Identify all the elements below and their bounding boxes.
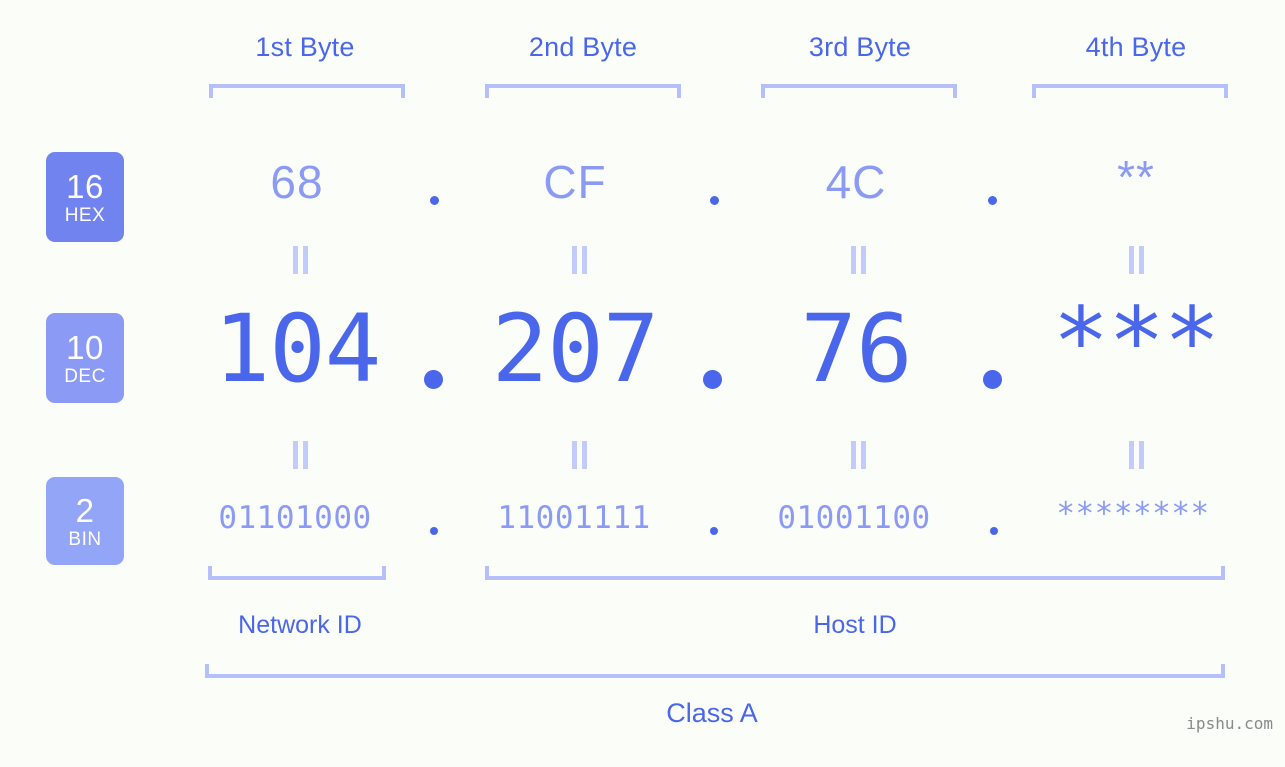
base-badge-hex-number: 16 bbox=[66, 167, 104, 205]
base-badge-bin: 2 BIN bbox=[46, 477, 124, 565]
base-badge-dec-number: 10 bbox=[66, 328, 104, 366]
equals-marker-hex-dec-3 bbox=[850, 246, 867, 274]
dec-separator-1 bbox=[424, 370, 443, 389]
equals-marker-dec-bin-4 bbox=[1128, 441, 1145, 469]
byte-bracket-3 bbox=[761, 84, 957, 98]
byte-bracket-2 bbox=[485, 84, 681, 98]
class-label: Class A bbox=[666, 698, 758, 728]
bin-byte-3: 01001100 bbox=[777, 500, 931, 536]
hex-byte-3: 4C bbox=[825, 156, 887, 208]
equals-marker-hex-dec-1 bbox=[292, 246, 309, 274]
site-watermark: ipshu.com bbox=[1186, 714, 1273, 733]
bin-byte-4: ******** bbox=[1056, 496, 1210, 532]
class-bracket bbox=[205, 664, 1225, 678]
byte-header-4: 4th Byte bbox=[1085, 32, 1187, 62]
dec-separator-2 bbox=[703, 370, 722, 389]
hex-separator-1 bbox=[430, 196, 439, 205]
byte-bracket-4 bbox=[1032, 84, 1228, 98]
base-badge-hex-name: HEX bbox=[64, 204, 106, 226]
network-id-label: Network ID bbox=[238, 611, 362, 639]
network-id-bracket bbox=[208, 566, 386, 580]
byte-header-3: 3rd Byte bbox=[808, 32, 912, 62]
hex-byte-1: 68 bbox=[270, 156, 324, 208]
ip-address-breakdown-diagram: 1st Byte 2nd Byte 3rd Byte 4th Byte 16 H… bbox=[0, 0, 1285, 767]
base-badge-dec-name: DEC bbox=[64, 365, 106, 387]
bin-separator-1 bbox=[430, 527, 438, 535]
equals-marker-dec-bin-3 bbox=[850, 441, 867, 469]
base-badge-hex: 16 HEX bbox=[46, 152, 124, 242]
dec-byte-1: 104 bbox=[213, 295, 382, 404]
dec-separator-3 bbox=[983, 370, 1002, 389]
dec-byte-2: 207 bbox=[491, 295, 660, 404]
dec-byte-4: *** bbox=[1052, 288, 1221, 397]
bin-separator-3 bbox=[990, 527, 998, 535]
byte-bracket-1 bbox=[209, 84, 405, 98]
hex-byte-2: CF bbox=[543, 156, 607, 208]
bin-byte-1: 01101000 bbox=[218, 500, 372, 536]
base-badge-dec: 10 DEC bbox=[46, 313, 124, 403]
host-id-bracket bbox=[485, 566, 1225, 580]
hex-separator-2 bbox=[710, 196, 719, 205]
byte-header-2: 2nd Byte bbox=[528, 32, 638, 62]
base-badge-bin-number: 2 bbox=[75, 491, 95, 529]
equals-marker-hex-dec-4 bbox=[1128, 246, 1145, 274]
equals-marker-dec-bin-2 bbox=[571, 441, 588, 469]
dec-byte-3: 76 bbox=[800, 295, 912, 404]
bin-separator-2 bbox=[710, 527, 718, 535]
host-id-label: Host ID bbox=[813, 611, 897, 639]
bin-byte-2: 11001111 bbox=[497, 500, 651, 536]
equals-marker-dec-bin-1 bbox=[292, 441, 309, 469]
hex-separator-3 bbox=[988, 196, 997, 205]
hex-byte-4: ** bbox=[1117, 151, 1155, 203]
byte-header-1: 1st Byte bbox=[255, 32, 355, 62]
base-badge-bin-name: BIN bbox=[68, 528, 102, 550]
equals-marker-hex-dec-2 bbox=[571, 246, 588, 274]
